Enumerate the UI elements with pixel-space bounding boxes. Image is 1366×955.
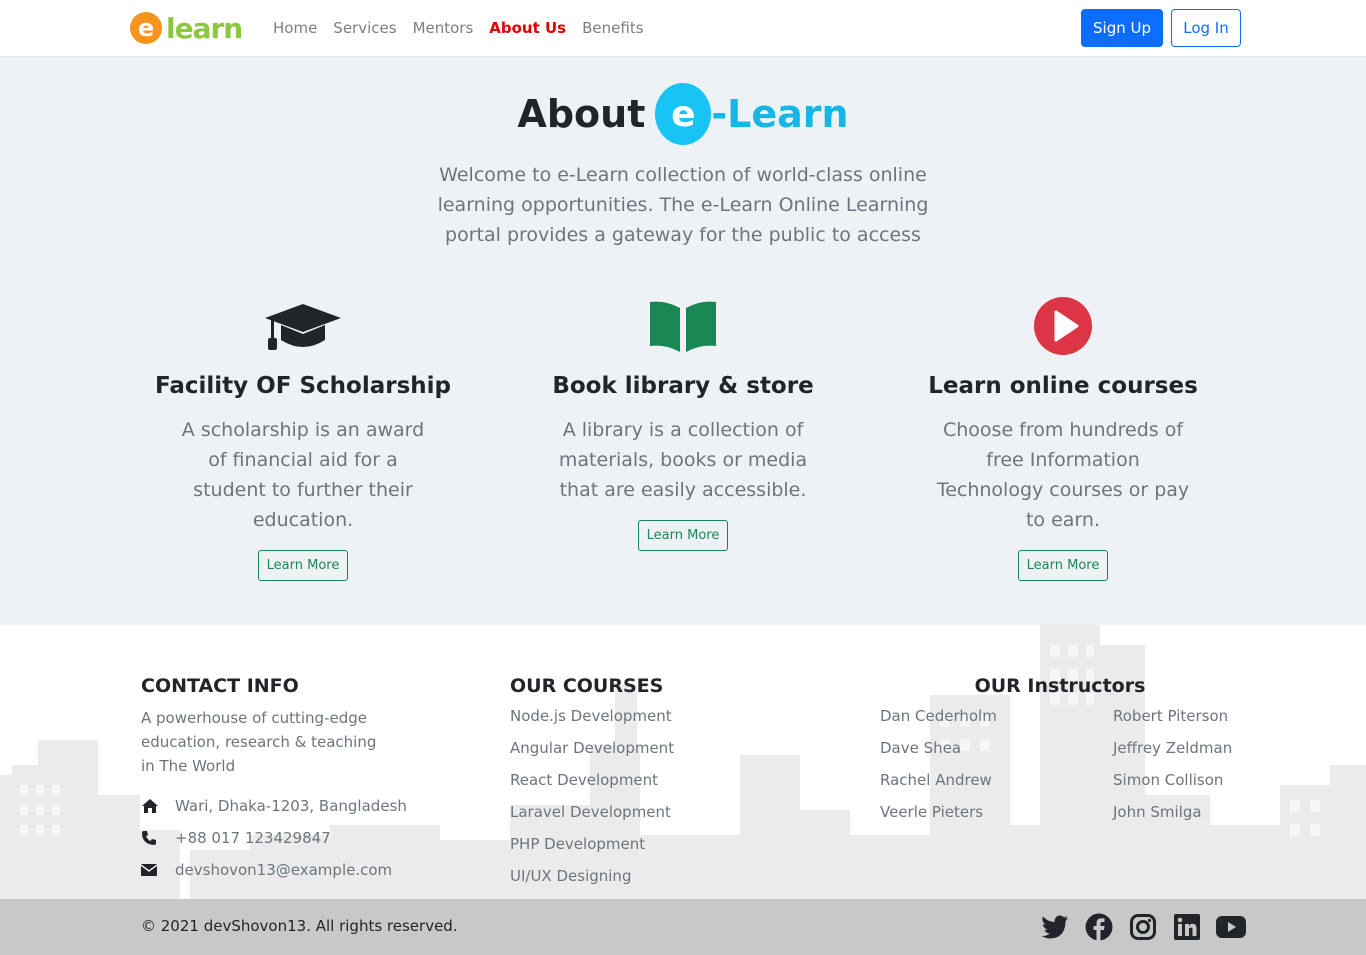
feature-library: Book library & store A library is a coll… xyxy=(533,295,833,551)
feature-text: A scholarship is an award of financial a… xyxy=(181,419,425,531)
brand-rest: -Learn xyxy=(711,92,849,136)
graduation-cap-icon xyxy=(153,295,453,357)
contact-phone: +88 017 123429847 xyxy=(141,822,407,854)
feature-title: Facility OF Scholarship xyxy=(155,373,451,399)
facebook-icon[interactable] xyxy=(1084,912,1114,942)
instructor-link[interactable]: Veerle Pieters xyxy=(880,796,1113,828)
instructor-link[interactable]: Jeffrey Zeldman xyxy=(1113,732,1232,764)
instructor-link[interactable]: John Smilga xyxy=(1113,796,1232,828)
courses-column: OUR COURSES Node.js Development Angular … xyxy=(510,675,674,892)
learn-more-button[interactable]: Learn More xyxy=(637,520,729,551)
copyright-text: © 2021 devShovon13. All rights reserved. xyxy=(141,917,458,935)
nav-mentors[interactable]: Mentors xyxy=(413,18,474,38)
svg-text:e: e xyxy=(138,14,154,42)
instagram-icon[interactable] xyxy=(1128,912,1158,942)
instructors-heading: OUR Instructors xyxy=(974,675,1146,697)
course-link[interactable]: React Development xyxy=(510,764,674,796)
sign-up-button[interactable]: Sign Up xyxy=(1081,9,1163,47)
contact-email: devshovon13@example.com xyxy=(141,854,407,886)
course-link[interactable]: Node.js Development xyxy=(510,700,674,732)
instructor-link[interactable]: Rachel Andrew xyxy=(880,764,1113,796)
footer-bottom-bar: © 2021 devShovon13. All rights reserved. xyxy=(0,899,1366,955)
about-description: Welcome to e-Learn collection of world-c… xyxy=(437,164,929,246)
contact-info-column: CONTACT INFO A powerhouse of cutting-edg… xyxy=(141,675,407,886)
twitter-icon[interactable] xyxy=(1040,912,1070,942)
contact-address: Wari, Dhaka-1203, Bangladesh xyxy=(141,790,407,822)
instructor-link[interactable]: Robert Piterson xyxy=(1113,700,1232,732)
course-link[interactable]: UI/UX Designing xyxy=(510,860,674,892)
nav-home[interactable]: Home xyxy=(273,18,317,38)
course-link[interactable]: Laravel Development xyxy=(510,796,674,828)
learn-more-button[interactable]: Learn More xyxy=(257,550,349,581)
book-open-icon xyxy=(533,295,833,357)
instructor-link[interactable]: Dan Cederholm xyxy=(880,700,1113,732)
contact-intro: A powerhouse of cutting-edge education, … xyxy=(141,709,377,775)
feature-title: Book library & store xyxy=(552,373,814,399)
linkedin-icon[interactable] xyxy=(1172,912,1202,942)
svg-text:learn: learn xyxy=(166,12,242,45)
home-icon xyxy=(141,798,175,814)
brand-circle: e xyxy=(655,83,712,145)
feature-text: Choose from hundreds of free Information… xyxy=(936,419,1190,531)
envelope-icon xyxy=(141,864,175,876)
nav-about-us[interactable]: About Us xyxy=(489,18,566,38)
feature-courses: Learn online courses Choose from hundred… xyxy=(913,295,1213,581)
nav-services[interactable]: Services xyxy=(333,18,396,38)
elearn-logo[interactable]: e learn xyxy=(128,8,262,48)
about-title-prefix: About xyxy=(517,92,646,136)
learn-more-button[interactable]: Learn More xyxy=(1017,550,1109,581)
instructors-column: OUR Instructors Dan Cederholm Dave Shea … xyxy=(880,675,1240,828)
footer: CONTACT INFO A powerhouse of cutting-edg… xyxy=(0,625,1366,899)
contact-heading: CONTACT INFO xyxy=(141,675,299,697)
feature-title: Learn online courses xyxy=(928,373,1198,399)
course-link[interactable]: PHP Development xyxy=(510,828,674,860)
youtube-icon[interactable] xyxy=(1216,912,1246,942)
phone-icon xyxy=(141,830,175,846)
instructor-link[interactable]: Simon Collison xyxy=(1113,764,1232,796)
log-in-button[interactable]: Log In xyxy=(1171,9,1241,47)
navbar: e learn Home Services Mentors About Us B… xyxy=(0,0,1366,57)
feature-scholarship: Facility OF Scholarship A scholarship is… xyxy=(153,295,453,581)
courses-heading: OUR COURSES xyxy=(510,675,664,697)
nav-links: Home Services Mentors About Us Benefits xyxy=(273,18,660,38)
social-links xyxy=(1040,912,1246,942)
course-link[interactable]: Angular Development xyxy=(510,732,674,764)
play-circle-icon xyxy=(913,295,1213,357)
feature-text: A library is a collection of materials, … xyxy=(558,419,808,501)
instructor-link[interactable]: Dave Shea xyxy=(880,732,1113,764)
nav-benefits[interactable]: Benefits xyxy=(582,18,643,38)
about-title: About e -Learn xyxy=(0,82,1366,146)
